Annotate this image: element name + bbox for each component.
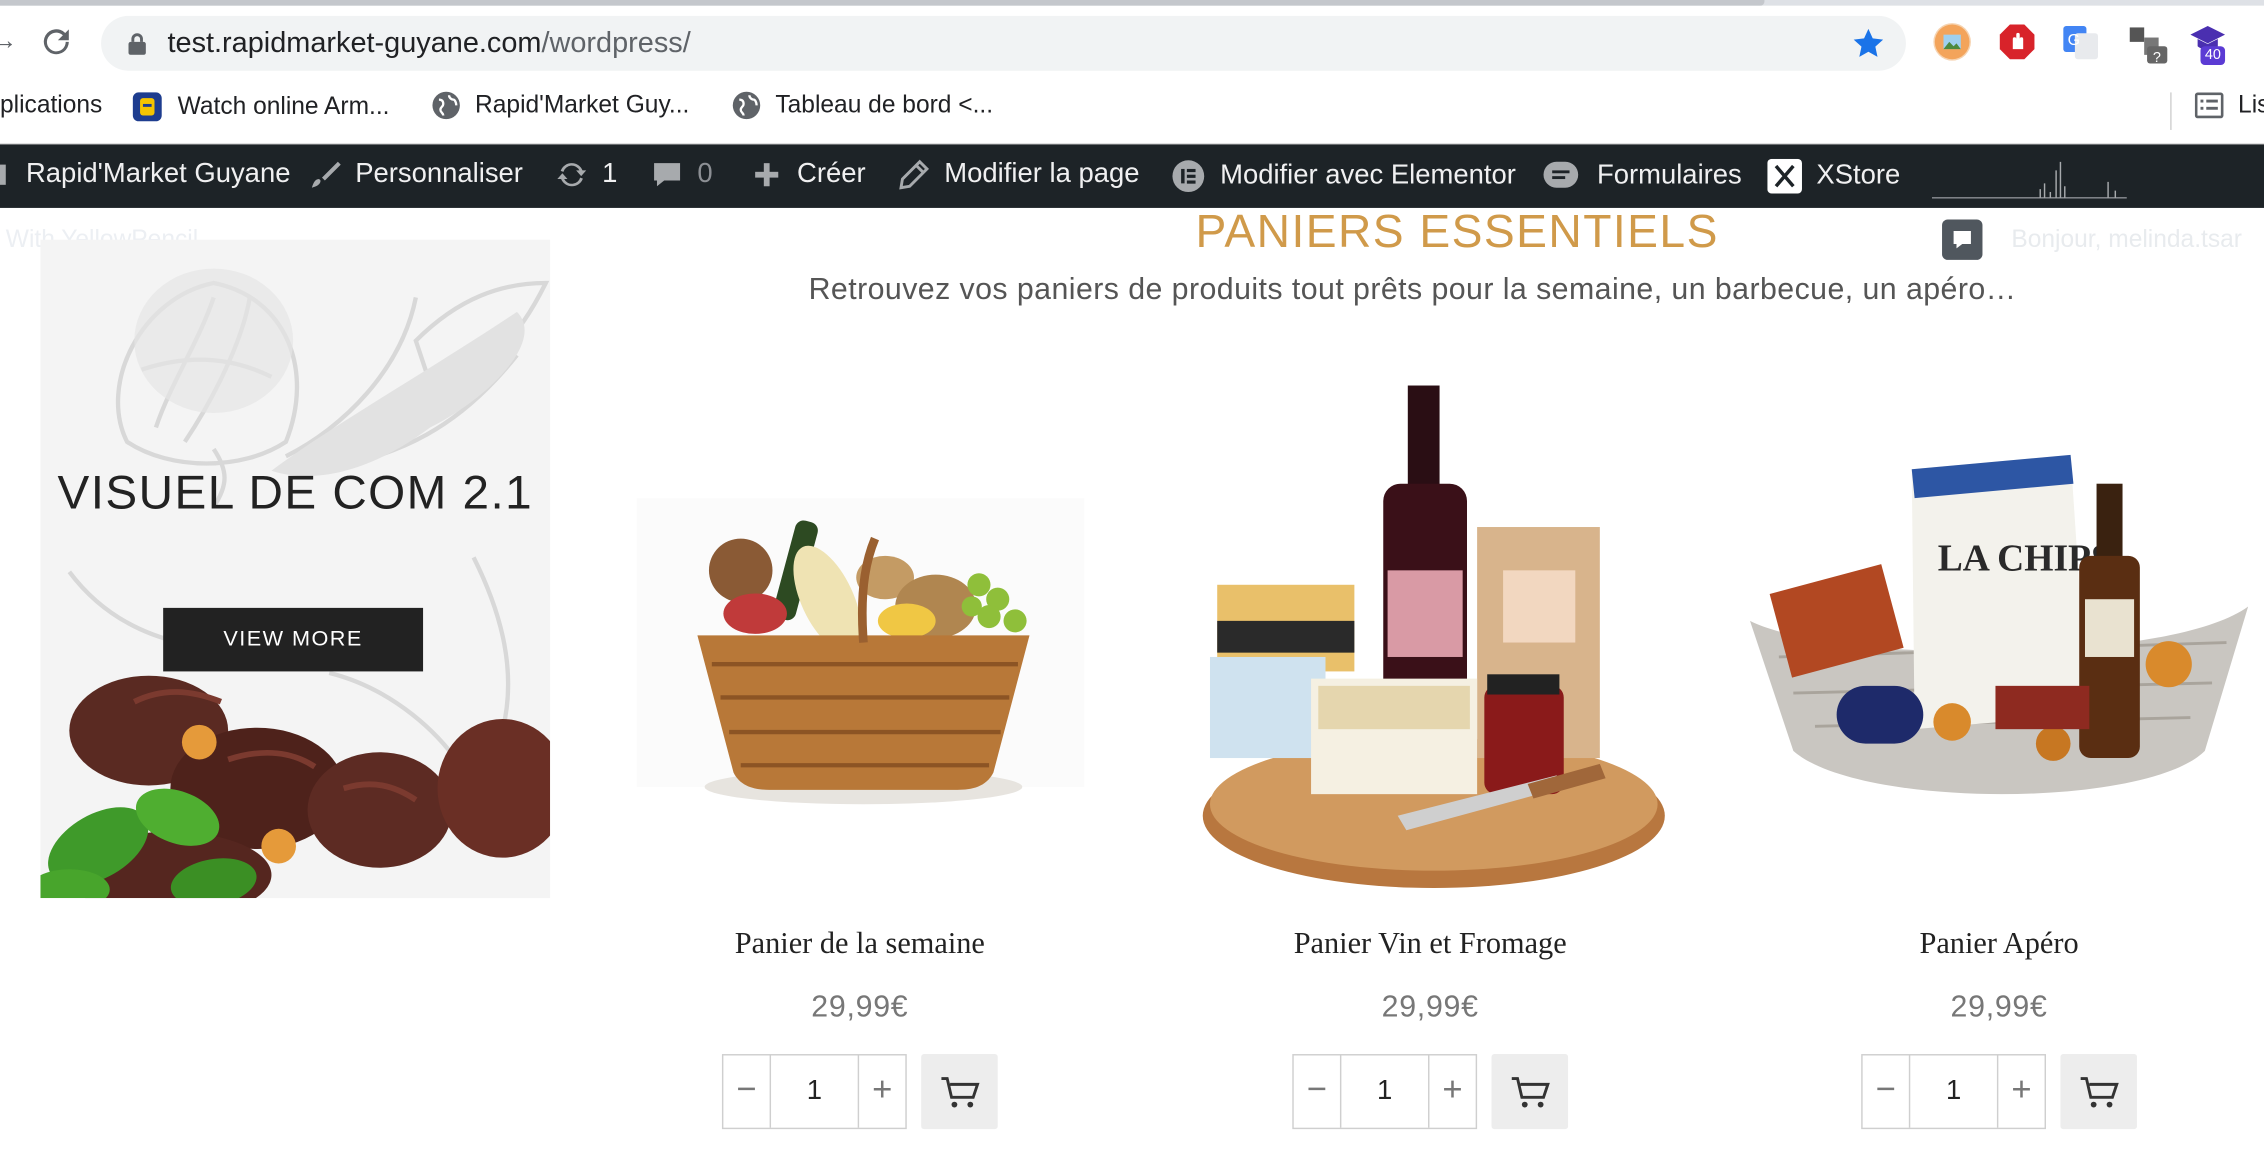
back-arrow-icon[interactable]: → bbox=[0, 26, 17, 56]
address-bar[interactable]: test.rapidmarket-guyane.com/wordpress/ bbox=[101, 15, 1906, 71]
view-more-button[interactable]: VIEW MORE bbox=[163, 607, 424, 672]
image-extension-icon[interactable] bbox=[1933, 23, 1971, 61]
add-to-cart-button[interactable] bbox=[921, 1054, 998, 1130]
adminbar-edit-page[interactable]: Modifier la page bbox=[898, 158, 1140, 191]
app-favicon-icon bbox=[132, 92, 162, 122]
puzzle-extension-icon[interactable]: ? bbox=[2127, 23, 2168, 66]
product-price: 29,99€ bbox=[811, 990, 909, 1024]
pencil-icon bbox=[899, 159, 930, 190]
adminbar-forms[interactable]: Formulaires bbox=[1542, 159, 1742, 194]
adminbar-label: Rapid'Market Guyane bbox=[25, 158, 291, 190]
promo-background-image bbox=[40, 268, 551, 899]
qty-decrease-button[interactable]: − bbox=[723, 1055, 769, 1127]
product-image-wicker-basket[interactable] bbox=[611, 354, 1109, 903]
bookmark-label: Watch online Arm... bbox=[177, 92, 390, 120]
adminbar-label: Modifier avec Elementor bbox=[1220, 160, 1516, 191]
product-card[interactable]: Panier Vin et Fromage 29,99€ − 1 + bbox=[1181, 354, 1679, 1162]
adminbar-updates[interactable]: 1 bbox=[556, 159, 617, 191]
globe-icon bbox=[432, 91, 460, 120]
bookmark-label: Lis bbox=[2238, 90, 2264, 119]
bookmark-label: plications bbox=[0, 90, 103, 119]
adminbar-xstore[interactable]: XStore bbox=[1767, 158, 1901, 194]
updates-icon bbox=[557, 163, 587, 187]
adminbar-create[interactable]: Créer bbox=[751, 159, 866, 191]
updates-count: 1 bbox=[602, 158, 618, 190]
product-name[interactable]: Panier Vin et Fromage bbox=[1181, 926, 1679, 962]
qty-input[interactable]: 1 bbox=[1339, 1055, 1430, 1128]
lock-icon[interactable] bbox=[127, 32, 147, 55]
section-title: PANIERS ESSENTIELS bbox=[1195, 205, 1719, 258]
adminbar-label: Modifier la page bbox=[944, 158, 1140, 190]
product-price: 29,99€ bbox=[1381, 990, 1479, 1024]
bookmark-label: Tableau de bord <... bbox=[775, 90, 994, 119]
add-to-cart-button[interactable] bbox=[2060, 1054, 2137, 1130]
url-text[interactable]: test.rapidmarket-guyane.com/wordpress/ bbox=[167, 27, 690, 60]
reload-icon[interactable] bbox=[38, 23, 76, 61]
adminbar-label: Formulaires bbox=[1596, 160, 1742, 191]
comments-count: 0 bbox=[697, 158, 713, 190]
reading-list-button[interactable]: Lis bbox=[2194, 90, 2264, 120]
adminbar-customize[interactable]: Personnaliser bbox=[309, 159, 523, 191]
quantity-stepper: − 1 + bbox=[1861, 1054, 2047, 1130]
bookmark-tableau-de-bord[interactable]: Tableau de bord <... bbox=[732, 91, 993, 120]
product-card[interactable]: LA CHIPS Panier Apéro 29,99€ − 1 + bbox=[1750, 354, 2249, 1162]
product-card[interactable]: Panier de la semaine 29,99€ − 1 + bbox=[611, 354, 1109, 1162]
reading-list-icon bbox=[2194, 92, 2224, 119]
product-price: 29,99€ bbox=[1950, 990, 2048, 1024]
qty-increase-button[interactable]: + bbox=[1998, 1055, 2044, 1127]
bookmarks-bar: plications Watch online Arm... Rapid'Mar… bbox=[0, 77, 2264, 145]
chat-bubble-icon bbox=[1953, 231, 1971, 249]
adminbar-edit-elementor[interactable]: Modifier avec Elementor bbox=[1171, 159, 1516, 194]
cart-icon bbox=[1511, 1077, 1550, 1108]
product-image-wine-cheese[interactable] bbox=[1181, 354, 1679, 903]
qty-increase-button[interactable]: + bbox=[859, 1055, 905, 1127]
adminbar-label: XStore bbox=[1816, 160, 1901, 191]
forms-icon bbox=[1543, 161, 1579, 188]
qty-increase-button[interactable]: + bbox=[1429, 1055, 1475, 1127]
section-subtitle: Retrouvez vos paniers de produits tout p… bbox=[808, 272, 2017, 307]
svg-text:?: ? bbox=[2153, 50, 2161, 66]
adminbar-comments[interactable]: 0 bbox=[651, 158, 713, 191]
brush-icon bbox=[311, 161, 341, 188]
cart-icon bbox=[2080, 1077, 2119, 1108]
cart-icon bbox=[941, 1077, 980, 1108]
product-image-apero-basket[interactable]: LA CHIPS bbox=[1750, 354, 2249, 903]
xstore-icon bbox=[1767, 158, 1802, 194]
globe-icon bbox=[732, 91, 761, 120]
plus-icon bbox=[755, 163, 779, 187]
adminbar-label: Créer bbox=[797, 158, 866, 190]
bookmark-watch-online[interactable]: Watch online Arm... bbox=[131, 91, 390, 123]
wp-admin-bar: Rapid'Market Guyane Personnaliser 1 0 Cr… bbox=[0, 144, 2264, 208]
bookmark-star-icon[interactable] bbox=[1851, 26, 1886, 61]
qty-decrease-button[interactable]: − bbox=[1863, 1055, 1909, 1127]
bookmark-applications[interactable]: plications bbox=[0, 91, 102, 120]
adminbar-label: Personnaliser bbox=[355, 158, 523, 190]
activity-sparkline bbox=[1931, 161, 2127, 199]
product-name[interactable]: Panier de la semaine bbox=[611, 926, 1109, 962]
elementor-icon bbox=[1172, 160, 1205, 193]
promo-title: VISUEL DE COM 2.1 bbox=[57, 464, 534, 519]
extension-badge: 40 bbox=[2200, 46, 2226, 65]
chat-button[interactable] bbox=[1942, 219, 1983, 260]
bookmarks-divider bbox=[2170, 92, 2172, 130]
add-to-cart-button[interactable] bbox=[1491, 1054, 1569, 1130]
adminbar-site-name[interactable]: Rapid'Market Guyane bbox=[0, 159, 290, 191]
translate-icon[interactable]: G bbox=[2062, 23, 2100, 61]
qty-decrease-button[interactable]: − bbox=[1294, 1055, 1340, 1127]
qty-input[interactable]: 1 bbox=[769, 1055, 860, 1128]
house-icon bbox=[0, 164, 6, 185]
bookmark-rapid-market[interactable]: Rapid'Market Guy... bbox=[432, 90, 690, 120]
svg-text:G: G bbox=[2068, 32, 2080, 49]
promo-banner[interactable]: VISUEL DE COM 2.1 VIEW MORE bbox=[40, 239, 551, 899]
quantity-stepper: − 1 + bbox=[1292, 1054, 1478, 1130]
user-greeting[interactable]: Bonjour, melinda.tsar bbox=[2011, 225, 2242, 254]
browser-toolbar: → test.rapidmarket-guyane.com/wordpress/… bbox=[0, 5, 2264, 78]
comment-icon bbox=[654, 163, 681, 187]
product-name[interactable]: Panier Apéro bbox=[1750, 926, 2248, 962]
quantity-stepper: − 1 + bbox=[721, 1054, 907, 1130]
bookmark-label: Rapid'Market Guy... bbox=[475, 90, 690, 119]
adblock-icon[interactable] bbox=[1998, 23, 2036, 61]
qty-input[interactable]: 1 bbox=[1908, 1055, 1999, 1128]
